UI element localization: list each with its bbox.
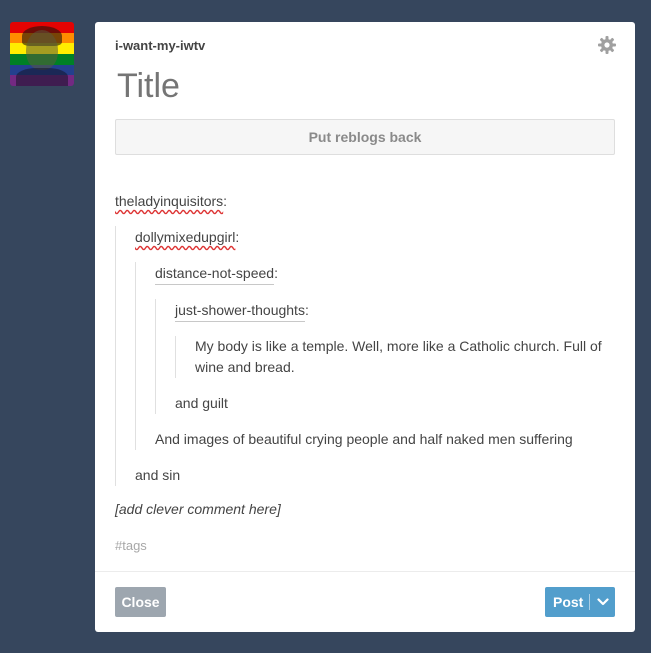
reblog-quote-level-2: distance-not-speed: just-shower-thoughts…	[135, 262, 615, 450]
comment-input[interactable]: [add clever comment here]	[115, 501, 281, 517]
reblog-quote-level-4: My body is like a temple. Well, more lik…	[175, 336, 615, 378]
post-button[interactable]: Post	[545, 587, 615, 617]
reblog-username-1[interactable]: theladyinquisitors	[115, 190, 223, 212]
avatar-body	[16, 68, 68, 86]
close-button[interactable]: Close	[115, 587, 166, 617]
reblog-username-2[interactable]: dollymixedupgirl	[135, 226, 235, 248]
reblog-colon: :	[274, 265, 278, 281]
blog-name[interactable]: i-want-my-iwtv	[115, 38, 205, 53]
post-button-label: Post	[553, 594, 584, 610]
reply-text-4: and guilt	[175, 395, 228, 411]
put-reblogs-back-button[interactable]: Put reblogs back	[115, 119, 615, 155]
post-editor: i-want-my-iwtv Put reblogs back theladyi…	[95, 22, 635, 632]
reblog-quote-level-3: just-shower-thoughts: My body is like a …	[155, 299, 615, 414]
reblog-username-3[interactable]: distance-not-speed	[155, 262, 275, 285]
original-post-text: My body is like a temple. Well, more lik…	[195, 338, 602, 375]
gear-icon[interactable]	[597, 35, 617, 55]
tags-input[interactable]: #tags	[115, 538, 147, 553]
title-input[interactable]	[115, 66, 562, 107]
reblog-colon: :	[223, 193, 228, 209]
footer-divider	[95, 571, 635, 572]
reblog-thread: theladyinquisitors: dollymixedupgirl: di…	[115, 190, 615, 486]
chevron-down-icon[interactable]	[590, 598, 615, 606]
reblog-quote-level-1: dollymixedupgirl: distance-not-speed: ju…	[115, 226, 615, 486]
reblog-colon: :	[304, 302, 309, 318]
avatar[interactable]	[10, 22, 74, 86]
reblog-colon: :	[235, 229, 240, 245]
avatar-face	[26, 30, 58, 70]
reply-text-3: And images of beautiful crying people an…	[155, 431, 573, 447]
reblog-username-4[interactable]: just-shower-thoughts	[175, 299, 305, 322]
reply-text-2: and sin	[135, 467, 181, 483]
